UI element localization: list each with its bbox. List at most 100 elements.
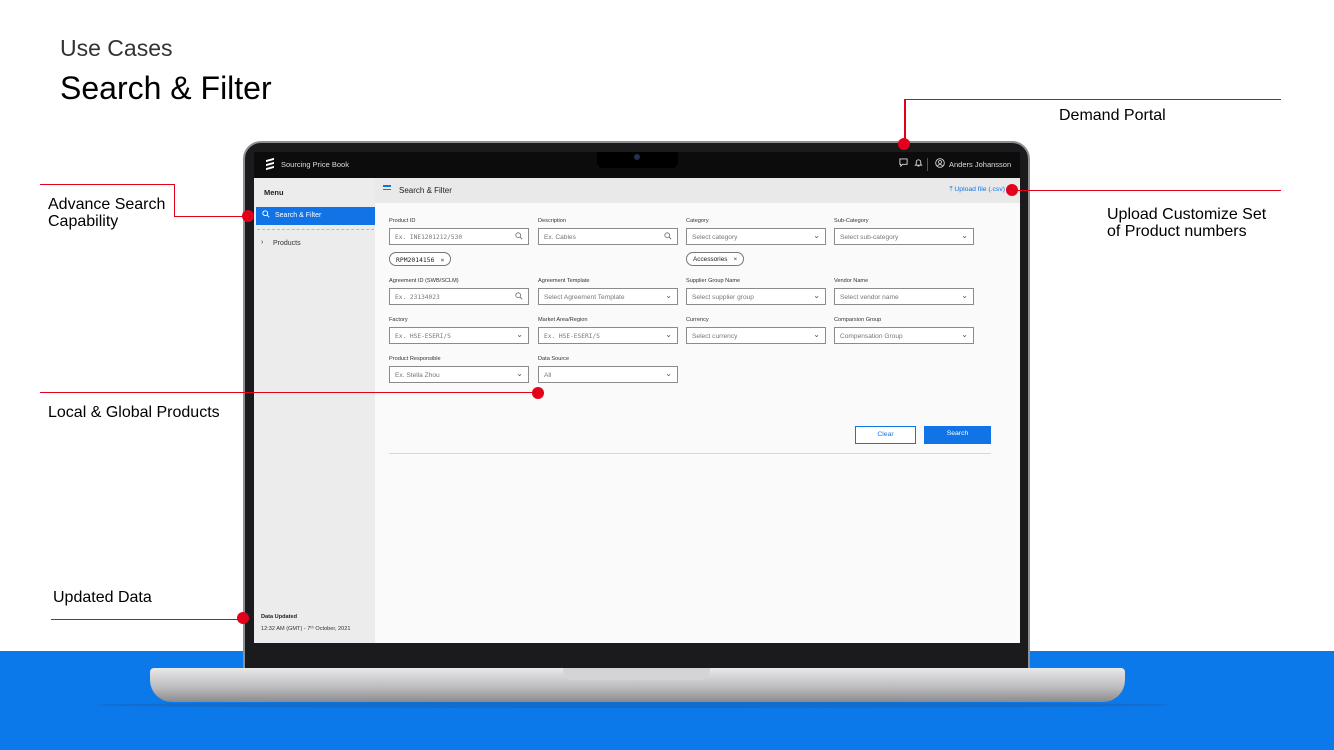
sidebar-item-label: Products: [273, 240, 301, 247]
annotation-dot: [242, 210, 254, 222]
search-icon: [664, 232, 672, 242]
chip-label: RPM2014156: [396, 256, 435, 264]
supplier-group-label: Supplier Group Name: [686, 278, 741, 284]
laptop-shadow: [96, 702, 1170, 708]
currency-select[interactable]: Select currency ⌄: [686, 327, 826, 344]
user-name[interactable]: Anders Johansson: [949, 160, 1011, 169]
vendor-name-select[interactable]: Select vendor name ⌄: [834, 288, 974, 305]
sub-category-placeholder: Select sub-category: [840, 234, 899, 241]
factory-placeholder: Ex. HSE-ESERI/S: [395, 333, 451, 340]
sidebar-divider: [257, 229, 374, 230]
annotation-local-global: Local & Global Products: [48, 404, 220, 421]
category-placeholder: Select category: [692, 234, 738, 241]
chevron-down-icon: ⌄: [516, 369, 523, 378]
market-area-label: Market Area/Region: [538, 317, 588, 323]
sidebar-item-search-filter[interactable]: Search & Filter: [256, 207, 375, 225]
annotation-line: [51, 619, 245, 620]
agreement-id-input[interactable]: Ex. 23134023: [389, 288, 529, 305]
results-divider: [389, 453, 991, 454]
search-button[interactable]: Search: [924, 426, 991, 444]
chevron-down-icon: ⌄: [961, 330, 968, 339]
sidebar-item-label: Search & Filter: [275, 212, 322, 219]
category-chip[interactable]: Accessories ×: [686, 252, 745, 266]
chevron-down-icon: ⌄: [665, 369, 672, 378]
agreement-template-placeholder: Select Agreement Template: [544, 294, 625, 301]
agreement-template-label: Agreement Template: [538, 278, 590, 284]
annotation-dot: [898, 138, 910, 150]
close-icon[interactable]: ×: [733, 256, 737, 263]
upload-icon: ⤒: [949, 186, 953, 193]
currency-label: Currency: [686, 317, 709, 323]
data-source-select[interactable]: All ⌄: [538, 366, 678, 383]
close-icon[interactable]: ×: [440, 256, 444, 264]
market-area-placeholder: Ex. HSE-ESERI/S: [544, 333, 600, 340]
description-input[interactable]: Ex. Cables: [538, 228, 678, 245]
supplier-group-placeholder: Select supplier group: [692, 294, 754, 301]
comparison-group-placeholder: Compensation Group: [840, 333, 903, 340]
data-updated-title: Data Updated: [261, 614, 298, 620]
main-header: Search & Filter ⤒ Upload file (.csv): [375, 178, 1020, 203]
bell-icon[interactable]: [914, 158, 923, 169]
annotation-updated-data: Updated Data: [53, 589, 152, 606]
chip-label: Accessories: [693, 256, 728, 263]
agreement-id-label: Agreement ID (SWB/SCLM): [389, 278, 459, 284]
chevron-down-icon: ⌄: [665, 291, 672, 300]
product-responsible-select[interactable]: Ex. Stella Zhou ⌄: [389, 366, 529, 383]
description-placeholder: Ex. Cables: [544, 234, 576, 241]
upload-file-link[interactable]: ⤒ Upload file (.csv): [949, 186, 1005, 194]
annotation-upload: Upload Customize Set of Product numbers: [1107, 206, 1266, 240]
annotation-text-line: Upload Customize Set: [1107, 206, 1267, 223]
search-icon: [515, 232, 523, 242]
vendor-name-placeholder: Select vendor name: [840, 294, 899, 301]
laptop-thumb-cutout: [563, 668, 710, 680]
currency-placeholder: Select currency: [692, 333, 738, 340]
sidebar-item-products[interactable]: › Products: [260, 238, 370, 252]
chevron-down-icon: ⌄: [813, 330, 820, 339]
user-icon[interactable]: [935, 158, 945, 170]
chat-icon[interactable]: [899, 158, 908, 169]
data-source-label: Data Source: [538, 356, 570, 362]
annotation-line: [174, 184, 175, 217]
annotation-demand-portal: Demand Portal: [1059, 107, 1166, 124]
annotation-line: [904, 99, 1281, 100]
chevron-down-icon: ⌄: [961, 291, 968, 300]
category-select[interactable]: Select category ⌄: [686, 228, 826, 245]
market-area-select[interactable]: Ex. HSE-ESERI/S ⌄: [538, 327, 678, 344]
product-id-chip[interactable]: RPM2014156 ×: [389, 252, 452, 266]
app-name: Sourcing Price Book: [281, 160, 349, 169]
comparison-group-select[interactable]: Compensation Group ⌄: [834, 327, 974, 344]
app-screen: Sourcing Price Book Anders Johansson Men…: [254, 152, 1020, 643]
annotation-dot: [237, 612, 249, 624]
annotation-dot: [1006, 184, 1018, 196]
supplier-group-select[interactable]: Select supplier group ⌄: [686, 288, 826, 305]
data-updated-value: 12:32 AM (GMT) - 7ᵗʰ October, 2021: [261, 626, 351, 632]
comparison-group-label: Comparsion Group: [834, 317, 882, 323]
factory-select[interactable]: Ex. HSE-ESERI/S ⌄: [389, 327, 529, 344]
factory-label: Factory: [389, 317, 408, 323]
slide-title: Search & Filter: [60, 70, 272, 106]
ericsson-logo-icon: [266, 157, 274, 171]
hamburger-menu-icon[interactable]: [383, 185, 391, 192]
annotation-text-line: Capability: [48, 213, 119, 230]
upload-label: Upload file (.csv): [954, 186, 1005, 193]
chevron-down-icon: ⌄: [813, 231, 820, 240]
agreement-template-select[interactable]: Select Agreement Template ⌄: [538, 288, 678, 305]
category-label: Category: [686, 218, 709, 224]
clear-button[interactable]: Clear: [855, 426, 916, 444]
slide-kicker: Use Cases: [60, 35, 173, 61]
description-label: Description: [538, 218, 566, 224]
slide: Use Cases Search & Filter Sourcing Price…: [0, 0, 1334, 750]
annotation-text-line: Advance Search: [48, 196, 166, 213]
product-id-input[interactable]: Ex. INE1201212/530: [389, 228, 529, 245]
chevron-down-icon: ⌄: [961, 231, 968, 240]
chevron-down-icon: ⌄: [665, 330, 672, 339]
topbar-separator: [927, 158, 928, 171]
product-responsible-label: Product Responsible: [389, 356, 441, 362]
annotation-line: [1012, 190, 1281, 191]
camera-icon: [634, 154, 640, 160]
data-source-value: All: [544, 372, 552, 379]
annotation-dot: [532, 387, 544, 399]
sub-category-select[interactable]: Select sub-category ⌄: [834, 228, 974, 245]
annotation-advance-search: Advance Search Capability: [48, 196, 165, 230]
chevron-down-icon: ⌄: [516, 330, 523, 339]
